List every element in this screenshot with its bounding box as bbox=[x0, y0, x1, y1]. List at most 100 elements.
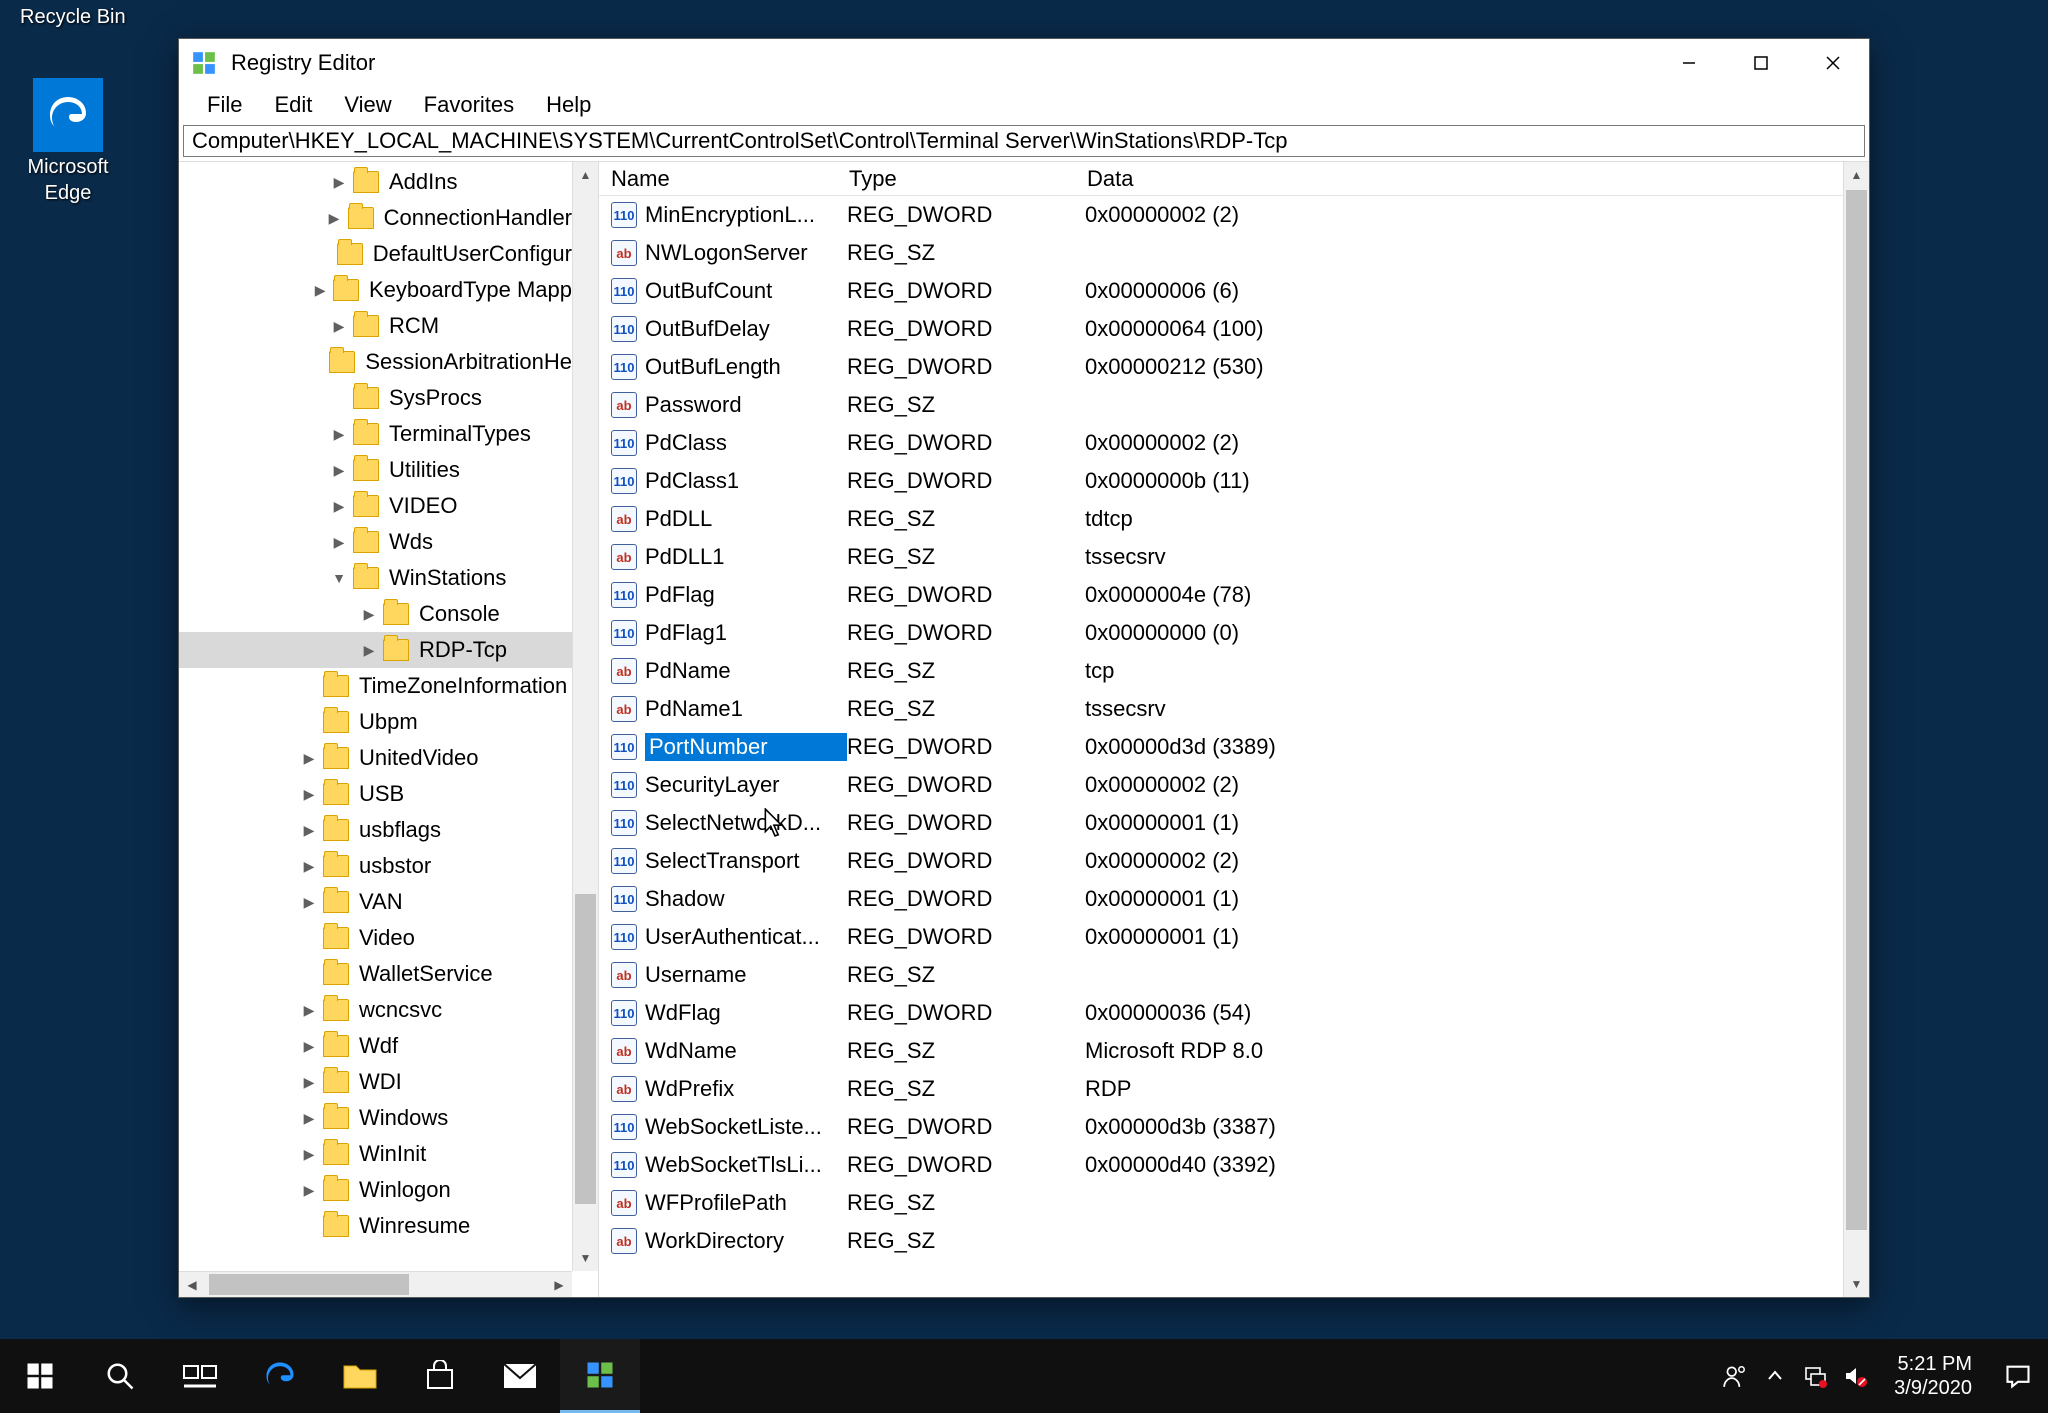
expand-icon[interactable]: ▶ bbox=[329, 532, 349, 552]
tree-item[interactable]: ▶RDP-Tcp bbox=[179, 632, 572, 668]
taskbar-regedit[interactable] bbox=[560, 1339, 640, 1413]
taskbar-store[interactable] bbox=[400, 1339, 480, 1413]
tree-item[interactable]: ▶Utilities bbox=[179, 452, 572, 488]
tree-item[interactable]: ▶AddIns bbox=[179, 164, 572, 200]
value-row[interactable]: abWorkDirectoryREG_SZ bbox=[599, 1222, 1843, 1260]
tree-item[interactable]: ▶RCM bbox=[179, 308, 572, 344]
value-row[interactable]: abWdPrefixREG_SZRDP bbox=[599, 1070, 1843, 1108]
value-row[interactable]: abWdNameREG_SZMicrosoft RDP 8.0 bbox=[599, 1032, 1843, 1070]
menu-edit[interactable]: Edit bbox=[258, 88, 328, 122]
minimize-button[interactable] bbox=[1653, 39, 1725, 87]
volume-icon[interactable] bbox=[1842, 1363, 1868, 1389]
value-row[interactable]: abPdDLLREG_SZtdtcp bbox=[599, 500, 1843, 538]
expand-icon[interactable]: ▼ bbox=[329, 568, 349, 588]
maximize-button[interactable] bbox=[1725, 39, 1797, 87]
value-row[interactable]: abUsernameREG_SZ bbox=[599, 956, 1843, 994]
expand-icon[interactable] bbox=[315, 244, 333, 264]
col-name[interactable]: Name bbox=[611, 166, 849, 192]
value-row[interactable]: 110WdFlagREG_DWORD0x00000036 (54) bbox=[599, 994, 1843, 1032]
expand-icon[interactable] bbox=[299, 676, 319, 696]
value-row[interactable]: 110SelectNetworkD...REG_DWORD0x00000001 … bbox=[599, 804, 1843, 842]
expand-icon[interactable]: ▶ bbox=[299, 1108, 319, 1128]
expand-icon[interactable] bbox=[299, 712, 319, 732]
expand-icon[interactable]: ▶ bbox=[299, 856, 319, 876]
tree-item[interactable]: ▶Wds bbox=[179, 524, 572, 560]
value-row[interactable]: 110WebSocketTlsLi...REG_DWORD0x00000d40 … bbox=[599, 1146, 1843, 1184]
value-row[interactable]: 110PdClass1REG_DWORD0x0000000b (11) bbox=[599, 462, 1843, 500]
menu-help[interactable]: Help bbox=[530, 88, 607, 122]
expand-icon[interactable]: ▶ bbox=[311, 280, 329, 300]
tree-item[interactable]: ▶UnitedVideo bbox=[179, 740, 572, 776]
tree-item[interactable]: ▶USB bbox=[179, 776, 572, 812]
tree-item[interactable]: ▶usbflags bbox=[179, 812, 572, 848]
value-row[interactable]: 110PdClassREG_DWORD0x00000002 (2) bbox=[599, 424, 1843, 462]
expand-icon[interactable]: ▶ bbox=[299, 1000, 319, 1020]
menu-file[interactable]: File bbox=[191, 88, 258, 122]
expand-icon[interactable]: ▶ bbox=[299, 1072, 319, 1092]
expand-icon[interactable]: ▶ bbox=[299, 748, 319, 768]
tree-item[interactable]: DefaultUserConfigur bbox=[179, 236, 572, 272]
tree-item[interactable]: SessionArbitrationHe bbox=[179, 344, 572, 380]
value-row[interactable]: 110SelectTransportREG_DWORD0x00000002 (2… bbox=[599, 842, 1843, 880]
expand-icon[interactable]: ▶ bbox=[299, 1144, 319, 1164]
titlebar[interactable]: Registry Editor bbox=[179, 39, 1869, 87]
expand-icon[interactable]: ▶ bbox=[299, 784, 319, 804]
tree-item[interactable]: ▶Windows bbox=[179, 1100, 572, 1136]
tree-item[interactable]: ▶Console bbox=[179, 596, 572, 632]
taskbar-explorer[interactable] bbox=[320, 1339, 400, 1413]
tree-item[interactable]: ▶VIDEO bbox=[179, 488, 572, 524]
tree-item[interactable]: ▶usbstor bbox=[179, 848, 572, 884]
value-row[interactable]: abPdNameREG_SZtcp bbox=[599, 652, 1843, 690]
taskbar-edge[interactable] bbox=[240, 1339, 320, 1413]
value-row[interactable]: abPasswordREG_SZ bbox=[599, 386, 1843, 424]
tree-item[interactable]: ▶wcncsvc bbox=[179, 992, 572, 1028]
expand-icon[interactable] bbox=[329, 388, 349, 408]
value-row[interactable]: abPdDLL1REG_SZtssecsrv bbox=[599, 538, 1843, 576]
col-data[interactable]: Data bbox=[1087, 166, 1869, 192]
values-vertical-scrollbar[interactable]: ▲ ▼ bbox=[1843, 162, 1869, 1297]
task-view-button[interactable] bbox=[160, 1339, 240, 1413]
value-row[interactable]: 110OutBufDelayREG_DWORD0x00000064 (100) bbox=[599, 310, 1843, 348]
tree-item[interactable]: ▶ConnectionHandler bbox=[179, 200, 572, 236]
value-row[interactable]: 110PortNumberREG_DWORD0x00000d3d (3389) bbox=[599, 728, 1843, 766]
tree-item[interactable]: Video bbox=[179, 920, 572, 956]
expand-icon[interactable] bbox=[299, 964, 319, 984]
expand-icon[interactable]: ▶ bbox=[359, 604, 379, 624]
tree-item[interactable]: ▶VAN bbox=[179, 884, 572, 920]
value-row[interactable]: 110WebSocketListe...REG_DWORD0x00000d3b … bbox=[599, 1108, 1843, 1146]
expand-icon[interactable]: ▶ bbox=[299, 820, 319, 840]
tree-vertical-scrollbar[interactable]: ▲ ▼ bbox=[572, 162, 598, 1271]
value-row[interactable]: 110MinEncryptionL...REG_DWORD0x00000002 … bbox=[599, 196, 1843, 234]
scroll-left-icon[interactable]: ◀ bbox=[179, 1272, 205, 1297]
tree-item[interactable]: ▶WinInit bbox=[179, 1136, 572, 1172]
tree-item[interactable]: WalletService bbox=[179, 956, 572, 992]
expand-icon[interactable] bbox=[299, 928, 319, 948]
network-icon[interactable] bbox=[1802, 1363, 1828, 1389]
desktop-icon-recycle-bin[interactable]: Recycle Bin bbox=[10, 0, 126, 30]
scroll-down-icon[interactable]: ▼ bbox=[573, 1245, 598, 1271]
tree-item[interactable]: SysProcs bbox=[179, 380, 572, 416]
action-center-button[interactable] bbox=[1988, 1339, 2048, 1413]
scroll-thumb[interactable] bbox=[1846, 190, 1867, 1230]
registry-tree[interactable]: ▶AddIns▶ConnectionHandlerDefaultUserConf… bbox=[179, 162, 572, 1244]
tree-horizontal-scrollbar[interactable]: ◀ ▶ bbox=[179, 1271, 572, 1297]
value-row[interactable]: 110ShadowREG_DWORD0x00000001 (1) bbox=[599, 880, 1843, 918]
tree-item[interactable]: TimeZoneInformation bbox=[179, 668, 572, 704]
tree-item[interactable]: Ubpm bbox=[179, 704, 572, 740]
tree-item[interactable]: ▶Winlogon bbox=[179, 1172, 572, 1208]
menu-view[interactable]: View bbox=[328, 88, 407, 122]
taskbar-mail[interactable] bbox=[480, 1339, 560, 1413]
system-tray[interactable] bbox=[1722, 1363, 1878, 1389]
expand-icon[interactable]: ▶ bbox=[329, 424, 349, 444]
tree-item[interactable]: ▼WinStations bbox=[179, 560, 572, 596]
values-header[interactable]: Name Type Data bbox=[599, 162, 1869, 196]
expand-icon[interactable]: ▶ bbox=[329, 172, 349, 192]
expand-icon[interactable]: ▶ bbox=[329, 316, 349, 336]
tree-item[interactable]: ▶Wdf bbox=[179, 1028, 572, 1064]
expand-icon[interactable]: ▶ bbox=[299, 1036, 319, 1056]
value-row[interactable]: 110PdFlag1REG_DWORD0x00000000 (0) bbox=[599, 614, 1843, 652]
scroll-thumb[interactable] bbox=[209, 1274, 409, 1295]
expand-icon[interactable]: ▶ bbox=[299, 892, 319, 912]
scroll-up-icon[interactable]: ▲ bbox=[573, 162, 598, 188]
desktop-icon-edge[interactable]: Microsoft Edge bbox=[8, 80, 128, 206]
